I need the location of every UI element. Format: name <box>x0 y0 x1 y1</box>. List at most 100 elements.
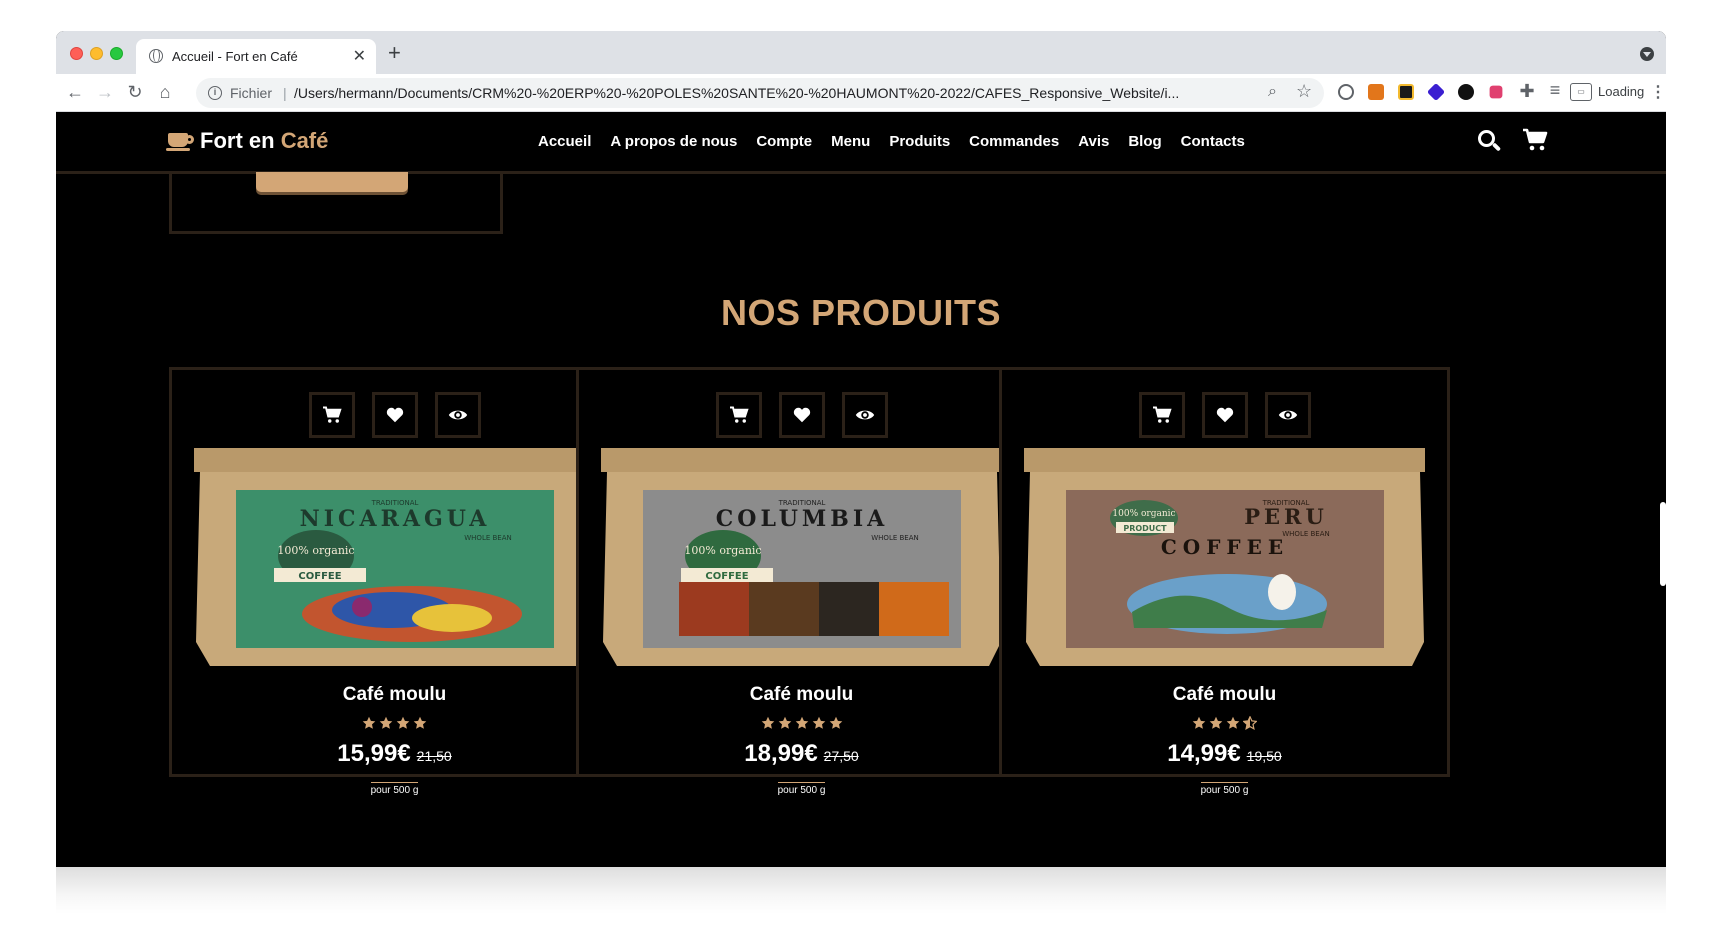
nav-link-blog[interactable]: Blog <box>1128 133 1161 150</box>
previous-section-card <box>169 172 503 234</box>
bag-line2: COFFEE <box>1161 535 1289 559</box>
tab-search-icon[interactable] <box>1640 47 1654 61</box>
star-icon <box>778 716 791 729</box>
site-logo[interactable]: Fort en Café <box>166 128 329 154</box>
cart-icon[interactable] <box>1522 128 1548 157</box>
star-icon <box>812 716 825 729</box>
maximize-window-button[interactable] <box>110 47 123 60</box>
extension-cube-icon[interactable] <box>1338 84 1354 100</box>
extensions-puzzle-icon[interactable]: ✚ <box>1516 81 1538 102</box>
bag-ribbon: COFFEE <box>705 571 748 582</box>
forward-arrow-icon[interactable]: → <box>94 82 116 103</box>
bag-badge: 100% organic <box>1112 509 1175 519</box>
loading-extension-icon[interactable]: ▭ <box>1570 83 1592 101</box>
product-card: TRADITIONAL COLUMBIA WHOLE BEAN 100% org… <box>576 367 1027 796</box>
product-card: TRADITIONAL NICARAGUA WHOLE BEAN 100% or… <box>169 367 620 796</box>
browser-menu-icon[interactable]: ⋮ <box>1650 82 1666 102</box>
cart-icon <box>1152 406 1172 423</box>
weight-label: pour 500 g <box>579 780 1024 798</box>
new-tab-icon[interactable]: + <box>388 40 401 66</box>
browser-toolbar: ← → ↻ ⌂ i Fichier | /Users/hermann/Docum… <box>56 74 1666 112</box>
reload-icon[interactable]: ↻ <box>124 82 146 103</box>
nav-link-contacts[interactable]: Contacts <box>1181 133 1245 150</box>
add-to-cart-button[interactable] <box>715 392 762 438</box>
page-scrollbar[interactable] <box>1660 502 1666 586</box>
bag-badge: 100% organic <box>277 544 354 557</box>
address-separator: | <box>283 85 287 101</box>
eye-icon <box>855 410 874 420</box>
pink-extension-icon[interactable] <box>1489 85 1503 99</box>
current-price: 15,99€ <box>337 740 411 767</box>
diamond-extension-icon[interactable] <box>1426 82 1446 102</box>
address-bar[interactable]: i Fichier | /Users/hermann/Documents/CRM… <box>196 78 1324 108</box>
star-icon <box>413 716 427 729</box>
price-row: 14,99€ 19,50 <box>1002 740 1447 768</box>
globe-icon <box>149 49 163 63</box>
half-star-icon <box>1243 716 1257 730</box>
product-image-columbia: TRADITIONAL COLUMBIA WHOLE BEAN 100% org… <box>599 442 1004 666</box>
close-tab-icon[interactable]: ✕ <box>353 46 366 66</box>
close-window-button[interactable] <box>70 47 83 60</box>
nav-link-compte[interactable]: Compte <box>756 133 812 150</box>
wishlist-button[interactable] <box>778 392 825 438</box>
add-to-cart-button[interactable] <box>1138 392 1185 438</box>
add-to-cart-button[interactable] <box>308 392 355 438</box>
search-icon[interactable] <box>1478 130 1502 152</box>
old-price: 27,50 <box>823 748 859 764</box>
zoom-icon[interactable]: ⌕ <box>1268 83 1277 101</box>
wishlist-button[interactable] <box>371 392 418 438</box>
star-icon <box>1209 716 1223 729</box>
star-icon <box>1192 716 1206 729</box>
product-image-peru: TRADITIONAL PERU WHOLE BEAN COFFEE 100% … <box>1022 442 1427 666</box>
rating-stars <box>1002 716 1447 730</box>
cart-icon <box>729 406 749 423</box>
product-card: TRADITIONAL PERU WHOLE BEAN COFFEE 100% … <box>999 367 1450 796</box>
price-row: 18,99€ 27,50 <box>579 740 1024 768</box>
star-icon <box>1226 716 1240 729</box>
nav-link-commandes[interactable]: Commandes <box>969 133 1059 150</box>
card-actions <box>172 392 617 438</box>
home-icon[interactable]: ⌂ <box>154 82 176 103</box>
bag-sub: WHOLE BEAN <box>871 534 919 542</box>
website-viewport: Fort en Café Accueil A propos de nous Co… <box>56 112 1666 867</box>
card-actions <box>579 392 1024 438</box>
nav-link-menu[interactable]: Menu <box>831 133 870 150</box>
weight-label: pour 500 g <box>172 780 617 798</box>
weight-text: pour 500 g <box>370 782 419 796</box>
site-header: Fort en Café Accueil A propos de nous Co… <box>56 112 1666 174</box>
browser-tab[interactable]: Accueil - Fort en Café ✕ <box>136 39 376 74</box>
card-actions <box>1002 392 1447 438</box>
nav-link-a-propos[interactable]: A propos de nous <box>610 133 737 150</box>
heart-icon <box>1216 407 1233 423</box>
address-url[interactable]: /Users/hermann/Documents/CRM%20-%20ERP%2… <box>294 85 1234 101</box>
nav-link-avis[interactable]: Avis <box>1078 133 1109 150</box>
previous-card-button[interactable] <box>256 172 408 192</box>
star-icon <box>761 716 774 729</box>
metamask-extension-icon[interactable] <box>1368 84 1384 100</box>
info-icon[interactable]: i <box>208 86 222 100</box>
s-extension-icon[interactable] <box>1458 84 1474 100</box>
bag-ribbon: PRODUCT <box>1123 524 1167 533</box>
bag-origin: NICARAGUA <box>300 506 491 532</box>
bookmark-star-icon[interactable]: ☆ <box>1296 81 1312 102</box>
quick-view-button[interactable] <box>841 392 888 438</box>
quick-view-button[interactable] <box>1264 392 1311 438</box>
media-queue-icon[interactable]: ≡ <box>1544 80 1566 101</box>
binance-extension-icon[interactable] <box>1398 84 1414 100</box>
quick-view-button[interactable] <box>434 392 481 438</box>
logo-accent: Café <box>280 128 329 153</box>
weight-text: pour 500 g <box>777 782 826 796</box>
browser-window: Accueil - Fort en Café ✕ + ← → ↻ ⌂ i Fic… <box>56 31 1666 867</box>
bag-badge: 100% organic <box>684 544 761 557</box>
nav-link-accueil[interactable]: Accueil <box>538 133 591 150</box>
wishlist-button[interactable] <box>1201 392 1248 438</box>
product-name: Café moulu <box>342 684 447 705</box>
rating-stars <box>579 716 1024 730</box>
weight-text: pour 500 g <box>1200 782 1249 796</box>
back-arrow-icon[interactable]: ← <box>64 82 86 103</box>
product-name: Café moulu <box>1172 684 1277 705</box>
nav-link-produits[interactable]: Produits <box>889 133 950 150</box>
price-row: 15,99€ 21,50 <box>172 740 617 768</box>
old-price: 21,50 <box>416 748 452 764</box>
minimize-window-button[interactable] <box>90 47 103 60</box>
